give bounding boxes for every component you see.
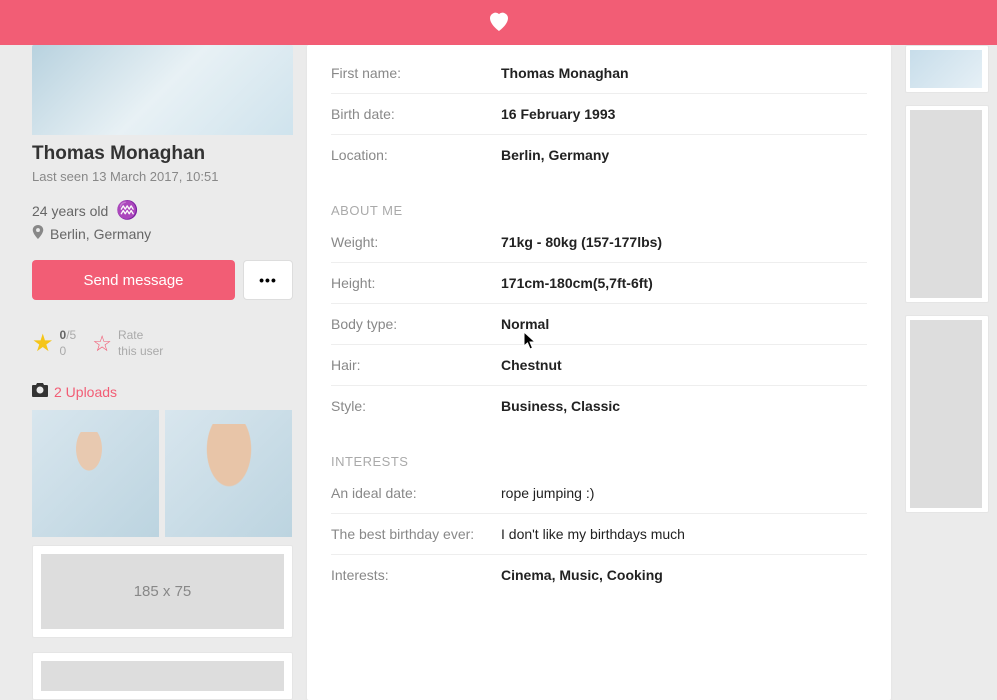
detail-value: 16 February 1993: [501, 106, 615, 122]
detail-value: I don't like my birthdays much: [501, 526, 685, 542]
rating-display: ★ 0/5 0: [32, 328, 76, 359]
interests-section-title: INTERESTS: [331, 454, 867, 469]
detail-row: An ideal date:rope jumping :): [331, 473, 867, 514]
detail-value: Business, Classic: [501, 398, 620, 414]
profile-name: Thomas Monaghan: [32, 143, 293, 165]
detail-value: 71kg - 80kg (157-177lbs): [501, 234, 662, 250]
detail-label: Location:: [331, 147, 501, 163]
more-actions-button[interactable]: •••: [243, 260, 293, 300]
detail-label: Interests:: [331, 567, 501, 583]
age-text: 24 years old: [32, 203, 108, 219]
detail-value: Berlin, Germany: [501, 147, 609, 163]
detail-label: Hair:: [331, 357, 501, 373]
location-text: Berlin, Germany: [50, 226, 151, 242]
detail-label: The best birthday ever:: [331, 526, 501, 542]
detail-row: Interests:Cinema, Music, Cooking: [331, 555, 867, 595]
ad-slot: [32, 652, 293, 700]
detail-row: Birth date:16 February 1993: [331, 94, 867, 135]
zodiac-icon: ♒: [116, 200, 135, 221]
detail-row: Weight:71kg - 80kg (157-177lbs): [331, 222, 867, 263]
detail-row: Height:171cm-180cm(5,7ft-6ft): [331, 263, 867, 304]
rate-user-button[interactable]: ☆ Rate this user: [92, 328, 163, 359]
detail-value: Normal: [501, 316, 549, 332]
detail-label: An ideal date:: [331, 485, 501, 501]
star-outline-icon: ☆: [92, 331, 112, 357]
detail-row: First name:Thomas Monaghan: [331, 53, 867, 94]
detail-label: Birth date:: [331, 106, 501, 122]
photo-thumbnail[interactable]: [165, 410, 292, 537]
detail-label: Weight:: [331, 234, 501, 250]
detail-value: rope jumping :): [501, 485, 594, 501]
detail-row: The best birthday ever:I don't like my b…: [331, 514, 867, 555]
send-message-button[interactable]: Send message: [32, 260, 235, 300]
detail-label: First name:: [331, 65, 501, 81]
suggested-user-card[interactable]: [905, 105, 989, 303]
ad-slot: 185 x 75: [32, 545, 293, 638]
detail-value: Chestnut: [501, 357, 562, 373]
uploads-link[interactable]: 2 Uploads: [54, 384, 117, 400]
last-seen: Last seen 13 March 2017, 10:51: [32, 169, 293, 184]
star-filled-icon: ★: [32, 329, 54, 358]
detail-label: Body type:: [331, 316, 501, 332]
detail-value: 171cm-180cm(5,7ft-6ft): [501, 275, 653, 291]
photo-thumbnail[interactable]: [32, 410, 159, 537]
topbar: [0, 0, 997, 45]
detail-row: Style:Business, Classic: [331, 386, 867, 426]
detail-value: Cinema, Music, Cooking: [501, 567, 663, 583]
heart-icon[interactable]: [487, 10, 511, 35]
camera-icon: [32, 383, 48, 400]
suggested-user-card[interactable]: [905, 315, 989, 513]
detail-row: Body type:Normal: [331, 304, 867, 345]
pin-icon: [32, 225, 44, 242]
detail-value: Thomas Monaghan: [501, 65, 629, 81]
about-section-title: ABOUT ME: [331, 203, 867, 218]
detail-row: Location:Berlin, Germany: [331, 135, 867, 175]
detail-label: Style:: [331, 398, 501, 414]
about-section: Weight:71kg - 80kg (157-177lbs)Height:17…: [331, 222, 867, 426]
interests-section: An ideal date:rope jumping :)The best bi…: [331, 473, 867, 595]
profile-photo[interactable]: [32, 45, 293, 135]
suggested-user-card[interactable]: [905, 45, 989, 93]
basics-section: First name:Thomas MonaghanBirth date:16 …: [331, 53, 867, 175]
detail-row: Hair:Chestnut: [331, 345, 867, 386]
profile-details: First name:Thomas MonaghanBirth date:16 …: [307, 45, 891, 700]
detail-label: Height:: [331, 275, 501, 291]
